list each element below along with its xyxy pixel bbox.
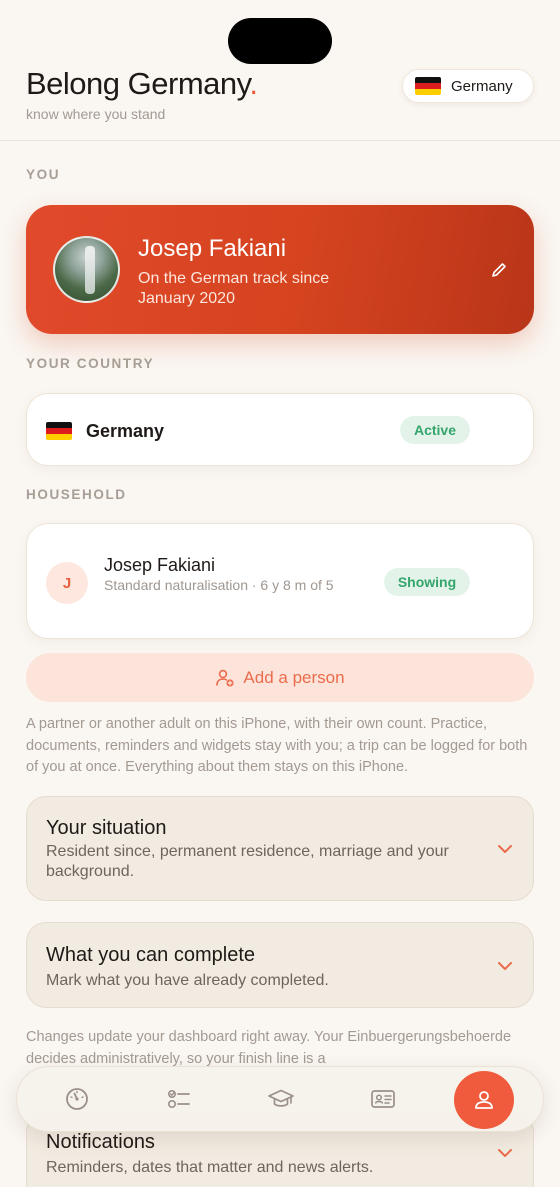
country-card[interactable]: Germany Active [26, 393, 534, 466]
country-selector-button[interactable]: Germany [402, 69, 534, 103]
profile-subtitle: On the German track since January 2020 [138, 270, 330, 307]
accordion-description: Resident since, permanent residence, mar… [46, 843, 449, 880]
section-label-household: HOUSEHOLD [26, 487, 127, 502]
tab-profile[interactable] [454, 1071, 514, 1129]
changes-note-text: Changes update your dashboard right away… [26, 1029, 512, 1067]
profile-name: Josep Fakiani [138, 235, 287, 262]
section-label-you: YOU [26, 167, 61, 182]
germany-flag-icon [46, 422, 72, 440]
status-badge: Active [400, 416, 470, 444]
tab-documents[interactable] [369, 1085, 397, 1113]
person-icon [475, 1091, 493, 1109]
id-card-icon [371, 1090, 395, 1108]
camera-notch [228, 18, 332, 64]
graduation-cap-icon [268, 1089, 294, 1107]
germany-flag-icon [415, 77, 441, 95]
accordion-description: Mark what you have already completed. [46, 972, 329, 989]
add-person-label: Add a person [243, 667, 345, 687]
profile-card[interactable]: Josep Fakiani On the German track since … [26, 205, 534, 334]
tab-learn[interactable] [267, 1085, 295, 1113]
app-tagline: know where you stand [26, 106, 166, 122]
accordion-title: Notifications [46, 1131, 155, 1153]
country-selector-label: Germany [451, 77, 513, 95]
chevron-down-icon [498, 962, 512, 970]
accordion-title: What you can complete [46, 944, 255, 966]
household-member-card[interactable]: J Josep Fakiani Standard naturalisation … [26, 523, 534, 639]
household-helper-text: A partner or another adult on this iPhon… [26, 716, 528, 775]
accordion-title: Your situation [46, 817, 167, 839]
app-header: Belong Germany. know where you stand Ger… [26, 66, 534, 140]
accordion-what-you-can-complete[interactable]: What you can complete Mark what you have… [26, 922, 534, 1008]
member-initial-avatar: J [46, 562, 88, 604]
gauge-icon [66, 1088, 88, 1110]
section-label-your-country: YOUR COUNTRY [26, 356, 155, 371]
status-badge: Showing [384, 568, 470, 596]
chevron-down-icon [498, 845, 512, 853]
pencil-icon[interactable] [490, 261, 508, 279]
member-meta: Standard naturalisation · 6 y 8 m of 5 [104, 577, 334, 593]
checklist-icon [167, 1090, 190, 1109]
add-person-button[interactable]: Add a person [26, 653, 534, 702]
chevron-down-icon [498, 1149, 512, 1157]
tab-checklist[interactable] [165, 1085, 193, 1113]
tab-dashboard[interactable] [63, 1085, 91, 1113]
accordion-description: Reminders, dates that matter and news al… [46, 1159, 374, 1176]
tab-bar [16, 1066, 544, 1132]
member-name: Josep Fakiani [104, 555, 216, 575]
avatar [53, 236, 120, 303]
add-person-icon [216, 669, 235, 687]
accordion-your-situation[interactable]: Your situation Resident since, permanent… [26, 796, 534, 901]
country-name: Germany [86, 421, 165, 441]
header-divider [0, 140, 560, 141]
